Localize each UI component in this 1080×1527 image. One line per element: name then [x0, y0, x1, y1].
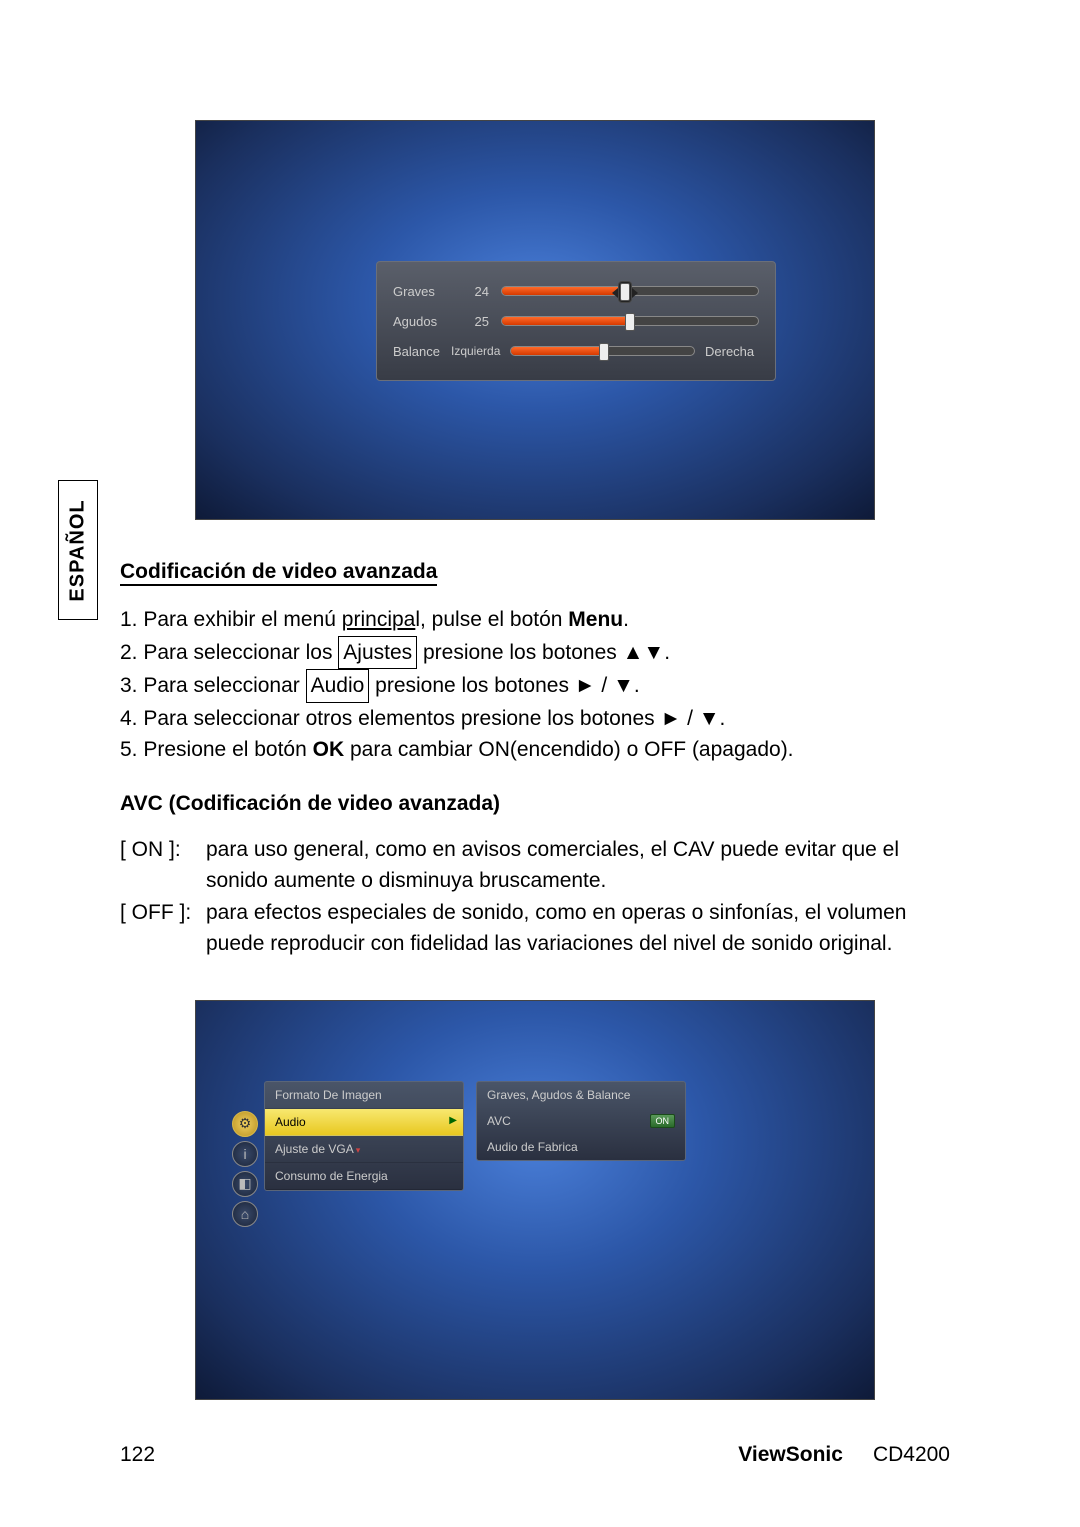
page-number: 122	[120, 1443, 155, 1467]
agudos-value: 25	[465, 314, 489, 329]
graves-row: Graves 24	[393, 276, 759, 306]
menu-item-vga[interactable]: Ajuste de VGA▾	[265, 1136, 463, 1163]
balance-row: Balance Izquierda Derecha	[393, 336, 759, 366]
menu-item-avc[interactable]: AVC ON	[477, 1108, 685, 1134]
balance-right-label: Derecha	[705, 344, 759, 359]
language-tab: ESPAÑOL	[58, 480, 98, 620]
display-icon[interactable]: ◧	[232, 1171, 258, 1197]
menu-item-energia[interactable]: Consumo de Energia	[265, 1163, 463, 1190]
balance-label: Balance	[393, 344, 445, 359]
on-description: [ ON ]: para uso general, como en avisos…	[120, 834, 950, 897]
section-heading: Codificación de video avanzada	[120, 560, 437, 586]
graves-thumb[interactable]	[620, 283, 630, 301]
avc-heading: AVC (Codificación de video avanzada)	[120, 792, 950, 816]
menu-item-audio[interactable]: Audio	[265, 1109, 463, 1136]
menu-item-gab[interactable]: Graves, Agudos & Balance	[477, 1082, 685, 1108]
home-icon[interactable]: ⌂	[232, 1201, 258, 1227]
graves-value: 24	[465, 284, 489, 299]
agudos-slider[interactable]	[501, 316, 759, 326]
agudos-label: Agudos	[393, 314, 453, 329]
off-description: [ OFF ]: para efectos especiales de soni…	[120, 897, 950, 960]
menu-icon-column: ⚙ i ◧ ⌂	[232, 1111, 258, 1227]
page-footer: 122 ViewSonic CD4200	[120, 1443, 950, 1467]
graves-label: Graves	[393, 284, 453, 299]
graves-slider[interactable]	[501, 286, 759, 296]
info-icon[interactable]: i	[232, 1141, 258, 1167]
description-block: [ ON ]: para uso general, como en avisos…	[120, 834, 950, 960]
instruction-list: 1. Para exhibir el menú principal, pulse…	[120, 604, 950, 766]
settings-icon[interactable]: ⚙	[232, 1111, 258, 1137]
on-badge: ON	[650, 1114, 676, 1128]
agudos-thumb[interactable]	[625, 313, 635, 331]
agudos-row: Agudos 25	[393, 306, 759, 336]
audio-panel: Graves 24 Agudos 25 Balance Izquierda	[376, 261, 776, 381]
model-number: CD4200	[873, 1443, 950, 1467]
left-menu-panel: Formato De Imagen Audio Ajuste de VGA▾ C…	[264, 1081, 464, 1191]
submenu-indicator-icon: ▾	[356, 1145, 361, 1155]
instruction-2: 2. Para seleccionar los Ajustes presione…	[120, 636, 950, 670]
balance-left-label: Izquierda	[451, 344, 500, 358]
instruction-1: 1. Para exhibir el menú principal, pulse…	[120, 604, 950, 636]
language-tab-label: ESPAÑOL	[67, 499, 90, 601]
right-menu-panel: Graves, Agudos & Balance AVC ON Audio de…	[476, 1081, 686, 1161]
balance-thumb[interactable]	[599, 343, 609, 361]
menu-screenshot: ⚙ i ◧ ⌂ Formato De Imagen Audio Ajuste d…	[195, 1000, 875, 1400]
instruction-4: 4. Para seleccionar otros elementos pres…	[120, 703, 950, 735]
menu-item-formato[interactable]: Formato De Imagen	[265, 1082, 463, 1109]
instruction-5: 5. Presione el botón OK para cambiar ON(…	[120, 734, 950, 766]
audio-sliders-screenshot: Graves 24 Agudos 25 Balance Izquierda	[195, 120, 875, 520]
balance-slider[interactable]	[510, 346, 695, 356]
menu-item-fabrica[interactable]: Audio de Fabrica	[477, 1134, 685, 1160]
brand-name: ViewSonic	[738, 1443, 843, 1467]
instruction-3: 3. Para seleccionar Audio presione los b…	[120, 669, 950, 703]
